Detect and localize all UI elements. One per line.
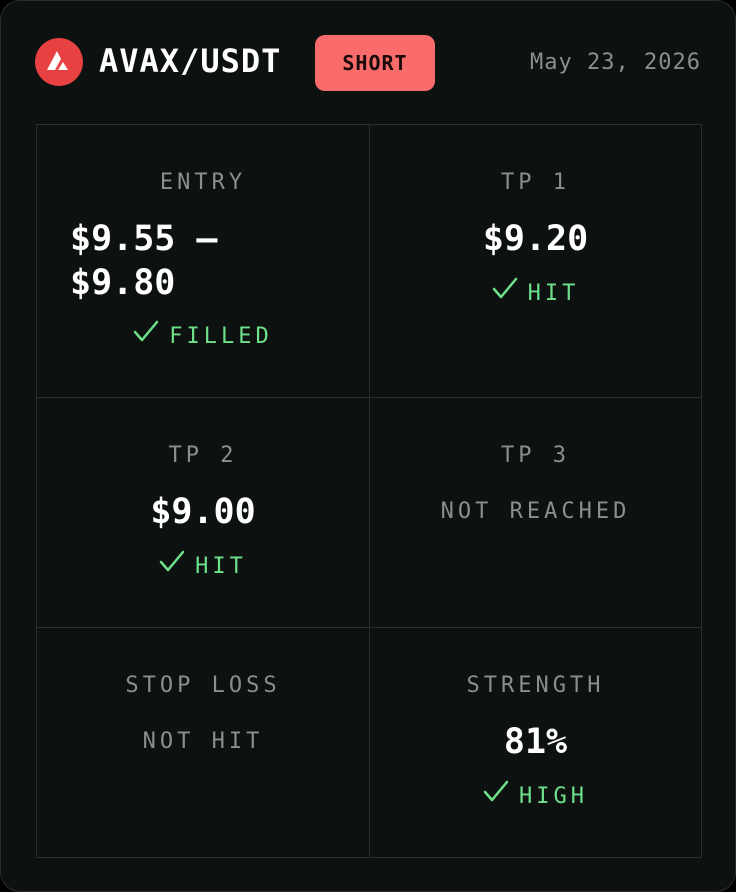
entry-value: $9.55 – $9.80 (70, 219, 218, 303)
tp3-status: NOT REACHED (440, 499, 631, 524)
check-icon (133, 319, 159, 351)
strength-value: 81% (503, 722, 568, 762)
tp1-cell: TP 1 $9.20 HIT (370, 125, 701, 398)
check-icon (159, 549, 185, 581)
tp2-status: HIT (37, 550, 369, 581)
tp1-value: $9.20 (482, 219, 589, 259)
strength-cell: STRENGTH 81% HIGH (370, 628, 701, 857)
stop-loss-label: STOP LOSS (125, 673, 281, 698)
tp1-status-text: HIT (527, 281, 580, 306)
pair-title: AVAX/USDT (99, 42, 282, 80)
tp2-label: TP 2 (168, 443, 238, 468)
entry-label: ENTRY (159, 170, 247, 195)
strength-status-text: HIGH (519, 784, 588, 809)
tp1-status: HIT (370, 277, 701, 308)
entry-cell: ENTRY $9.55 – $9.80 FILLED (37, 125, 370, 398)
strength-label: STRENGTH (466, 673, 605, 698)
check-icon (483, 779, 509, 811)
signal-grid: ENTRY $9.55 – $9.80 FILLED TP 1 $9.20 HI… (36, 124, 702, 858)
avalanche-logo-icon (35, 38, 83, 86)
strength-status: HIGH (370, 780, 701, 811)
signal-card: AVAX/USDT SHORT May 23, 2026 ENTRY $9.55… (0, 0, 736, 892)
stop-loss-cell: STOP LOSS NOT HIT (37, 628, 370, 857)
tp2-value: $9.00 (150, 492, 256, 532)
signal-date: May 23, 2026 (530, 50, 701, 75)
stop-loss-status: NOT HIT (142, 729, 264, 754)
check-icon (492, 276, 518, 308)
entry-status-text: FILLED (169, 324, 273, 349)
card-header: AVAX/USDT SHORT May 23, 2026 (35, 35, 701, 91)
tp3-label: TP 3 (501, 443, 570, 468)
tp3-cell: TP 3 NOT REACHED (370, 398, 701, 628)
tp2-cell: TP 2 $9.00 HIT (37, 398, 370, 628)
tp1-label: TP 1 (501, 170, 570, 195)
side-badge: SHORT (315, 35, 435, 91)
entry-status: FILLED (37, 320, 369, 351)
tp2-status-text: HIT (195, 554, 247, 579)
